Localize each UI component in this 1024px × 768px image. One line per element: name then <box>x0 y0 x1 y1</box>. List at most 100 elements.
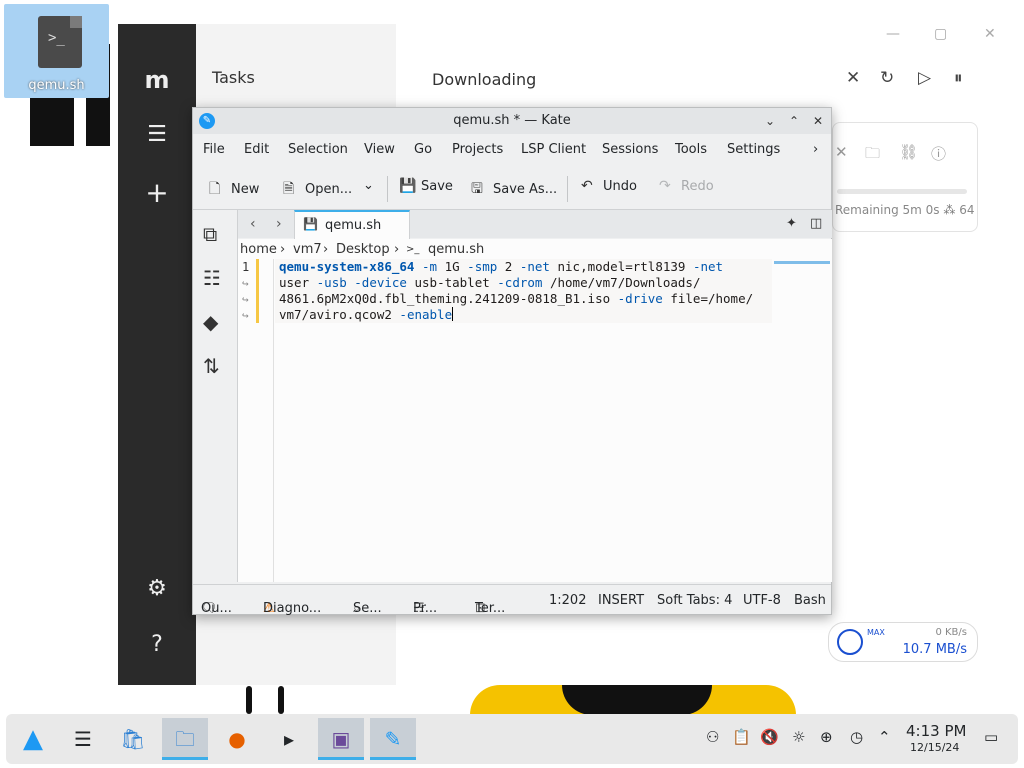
breadcrumb-separator: › <box>323 242 329 257</box>
symbol-outline-icon[interactable]: ⇅ <box>203 354 220 378</box>
window-close-icon[interactable]: ✕ <box>984 26 996 42</box>
close-icon[interactable]: ✕ <box>846 68 860 88</box>
terminal-file-icon: >_ <box>406 244 420 255</box>
open-document-icon: 🗎 <box>283 181 295 197</box>
tab-qemu-sh[interactable]: 💾 qemu.sh <box>294 210 410 240</box>
undo-button[interactable]: ↶ Undo <box>581 178 637 194</box>
breadcrumb-file[interactable]: qemu.sh <box>428 242 484 257</box>
play-icon[interactable]: ▷ <box>918 68 931 88</box>
kate-taskbar-icon[interactable]: ✎ <box>370 718 416 760</box>
breadcrumb-vm7[interactable]: vm7 <box>293 242 322 257</box>
folder-icon[interactable]: 🗀 <box>865 143 880 168</box>
git-icon[interactable]: ◆ <box>203 310 218 334</box>
max-label: MAX <box>867 628 885 637</box>
menu-go[interactable]: Go <box>414 142 432 157</box>
file-manager-icon[interactable]: 🗀 <box>162 718 208 760</box>
redo-button[interactable]: ↷ Redo <box>659 178 714 194</box>
info-icon[interactable]: ⓘ <box>931 143 946 164</box>
maximize-icon[interactable]: ▢ <box>934 26 947 42</box>
firefox-icon[interactable]: ● <box>214 718 260 760</box>
clock-date[interactable]: 12/15/24 <box>910 741 959 754</box>
wrap-marker-icon: ↪ <box>242 277 249 290</box>
volume-muted-icon[interactable]: 🔇 <box>760 728 779 746</box>
remaining-time: Remaining 5m 0s ⁂ 64 <box>835 203 975 217</box>
kate-window: ✎ qemu.sh * — Kate ⌄ ⌃ ✕ File Edit Selec… <box>192 107 832 616</box>
code-text[interactable]: qemu-system-x86_64 -m 1G -smp 2 -net nic… <box>279 259 753 323</box>
breadcrumb-separator: › <box>394 242 400 257</box>
network-share-icon[interactable]: ⚇ <box>706 728 719 746</box>
minimize-icon[interactable]: — <box>886 26 900 42</box>
split-view-icon[interactable]: ◫ <box>810 216 822 231</box>
breadcrumb-home[interactable]: home <box>240 242 277 257</box>
wallpaper-shape <box>246 686 252 714</box>
menu-overflow-chevron-icon[interactable]: › <box>813 142 818 157</box>
application-launcher-icon[interactable]: ▲ <box>10 718 56 760</box>
menu-edit[interactable]: Edit <box>244 142 269 157</box>
breadcrumb-desktop[interactable]: Desktop <box>336 242 390 257</box>
syntax-mode[interactable]: Bash <box>794 593 826 608</box>
chevron-down-icon[interactable]: ⌄ <box>761 112 779 130</box>
clipboard-icon[interactable]: 📋 <box>732 728 751 746</box>
input-mode[interactable]: INSERT <box>598 593 644 608</box>
left-sidebar: ⧉ ☷ ◆ ⇅ <box>193 210 237 582</box>
save-button[interactable]: 💾 Save <box>399 178 453 194</box>
back-chevron-icon[interactable]: ‹ <box>250 216 256 232</box>
menu-icon[interactable]: ☰ <box>118 122 196 147</box>
menu-selection[interactable]: Selection <box>288 142 348 157</box>
updates-icon[interactable]: ◷ <box>850 728 863 746</box>
menu-lsp-client[interactable]: LSP Client <box>521 142 586 157</box>
code-line: qemu-system-x86_64 -m 1G -smp 2 -net nic… <box>279 259 724 274</box>
tab-bar: ‹ › 💾 qemu.sh ✦ ◫ <box>238 210 832 240</box>
brightness-icon[interactable]: ☼ <box>792 728 805 746</box>
new-document-icon: 🗋 <box>209 181 221 197</box>
pause-icon[interactable]: ⏸ <box>954 68 963 88</box>
script-file-icon: >_ <box>38 16 82 68</box>
menu-bar: File Edit Selection View Go Projects LSP… <box>193 136 831 162</box>
documents-icon[interactable]: ⧉ <box>203 222 217 246</box>
menu-settings[interactable]: Settings <box>727 142 780 157</box>
settings-sliders-icon[interactable]: ⚙ <box>118 576 196 601</box>
help-icon[interactable]: ? <box>118 632 196 657</box>
projects-list-icon[interactable]: ☷ <box>203 266 221 290</box>
wallpaper-shape <box>278 686 284 714</box>
download-task-card[interactable]: ✕ 🗀 ⛓ ⓘ Remaining 5m 0s ⁂ 64 <box>832 122 978 232</box>
menu-sessions[interactable]: Sessions <box>602 142 658 157</box>
clock-time[interactable]: 4:13 PM <box>906 722 966 740</box>
wrap-marker-icon: ↪ <box>242 293 249 306</box>
terminal-app-icon[interactable]: ▸ <box>266 718 312 760</box>
save-as-button[interactable]: 🖫 Save As... <box>471 178 557 202</box>
indentation-setting[interactable]: Soft Tabs: 4 <box>657 593 732 608</box>
kate-titlebar[interactable]: ✎ qemu.sh * — Kate ⌄ ⌃ ✕ <box>193 108 831 134</box>
system-settings-icon[interactable]: ☰ <box>60 718 106 760</box>
menu-projects[interactable]: Projects <box>452 142 503 157</box>
menu-view[interactable]: View <box>364 142 395 157</box>
add-icon[interactable]: + <box>118 176 196 209</box>
open-button[interactable]: 🗎 Open... <box>283 178 352 202</box>
minimap[interactable] <box>772 259 832 582</box>
chevron-up-icon[interactable]: ⌃ <box>785 112 803 130</box>
show-desktop-icon[interactable]: ▭ <box>984 728 998 746</box>
menu-file[interactable]: File <box>203 142 225 157</box>
cursor-position[interactable]: 1:202 <box>549 593 586 608</box>
minimap-line <box>774 261 830 264</box>
link-icon[interactable]: ⛓ <box>899 143 918 161</box>
code-editor[interactable]: 1 ↪ ↪ ↪ qemu-system-x86_64 -m 1G -smp 2 … <box>238 259 832 582</box>
encoding[interactable]: UTF-8 <box>743 593 781 608</box>
tray-expand-chevron-icon[interactable]: ⌃ <box>878 728 891 746</box>
refresh-icon[interactable]: ↻ <box>880 68 894 88</box>
desktop-icon-qemu-sh[interactable]: >_ qemu.sh <box>4 4 109 98</box>
forward-chevron-icon[interactable]: › <box>276 216 282 232</box>
menu-tools[interactable]: Tools <box>675 142 707 157</box>
window-title: qemu.sh * — Kate <box>453 113 571 128</box>
open-dropdown-chevron-icon[interactable]: ⌄ <box>363 178 374 193</box>
breadcrumb-separator: › <box>280 242 286 257</box>
pin-icon[interactable]: ✦ <box>786 216 797 231</box>
new-button[interactable]: 🗋 New <box>209 178 259 202</box>
disk-image-app-icon[interactable]: ▣ <box>318 718 364 760</box>
save-as-icon: 🖫 <box>471 181 483 197</box>
network-icon[interactable]: ⊕ <box>820 728 833 746</box>
cancel-icon[interactable]: ✕ <box>835 143 848 161</box>
desktop-icon-label: qemu.sh <box>28 78 85 93</box>
close-icon[interactable]: ✕ <box>809 112 827 130</box>
software-store-icon[interactable]: 🛍 <box>110 718 156 760</box>
